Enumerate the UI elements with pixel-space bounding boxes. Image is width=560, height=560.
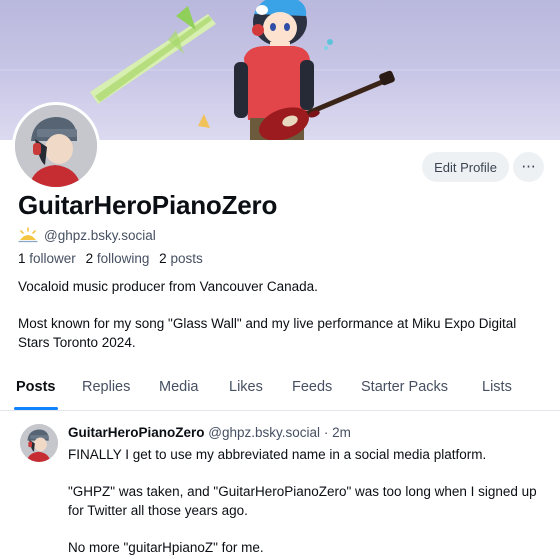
avatar-image	[20, 424, 58, 462]
bio-line: Vocaloid music producer from Vancouver C…	[18, 279, 318, 294]
tab-media[interactable]: Media	[159, 372, 199, 410]
followers-label: follower	[29, 251, 76, 266]
post-paragraph: No more "guitarHpianoZ" for me.	[68, 540, 264, 555]
profile-tabs: Posts Replies Media Likes Feeds Starter …	[0, 372, 560, 411]
sun-icon	[18, 227, 38, 243]
bio-line: Most known for my song "Glass Wall" and …	[18, 316, 517, 350]
tab-feeds[interactable]: Feeds	[292, 372, 332, 410]
feed-post[interactable]: GuitarHeroPianoZero @ghpz.bsky.social · …	[0, 412, 560, 560]
post-author-handle[interactable]: @ghpz.bsky.social	[208, 425, 320, 440]
followers-count: 1	[18, 251, 26, 266]
tab-replies[interactable]: Replies	[82, 372, 130, 410]
profile-bio: Vocaloid music producer from Vancouver C…	[18, 277, 548, 352]
handle-row: @ghpz.bsky.social	[18, 226, 156, 244]
following-count: 2	[85, 251, 94, 266]
followers-link[interactable]: 1 follower	[18, 251, 76, 266]
posts-label: posts	[170, 251, 203, 266]
profile-stats: 1 follower 2 following 2 posts	[18, 251, 203, 266]
profile-display-name: GuitarHeroPianoZero	[18, 190, 278, 220]
profile-avatar[interactable]	[12, 102, 100, 190]
following-link[interactable]: 2 following	[86, 251, 150, 266]
following-label: following	[96, 251, 150, 266]
posts-count: 2	[159, 251, 167, 266]
post-timestamp[interactable]: 2m	[332, 425, 351, 440]
post-author-name[interactable]: GuitarHeroPianoZero	[68, 425, 205, 440]
edit-profile-button[interactable]: Edit Profile	[422, 152, 509, 182]
tab-starter-packs[interactable]: Starter Packs	[361, 372, 448, 410]
post-separator: ·	[323, 425, 329, 440]
tab-likes[interactable]: Likes	[229, 372, 263, 410]
post-paragraph: FINALLY I get to use my abbreviated name…	[68, 447, 487, 462]
post-author-avatar[interactable]	[20, 424, 58, 462]
tab-posts[interactable]: Posts	[14, 372, 57, 410]
post-paragraph: "GHPZ" was taken, and "GuitarHeroPianoZe…	[68, 484, 537, 518]
post-body: FINALLY I get to use my abbreviated name…	[68, 445, 548, 557]
tab-lists[interactable]: Lists	[482, 372, 512, 410]
posts-stat: 2 posts	[159, 251, 203, 266]
profile-handle[interactable]: @ghpz.bsky.social	[44, 228, 156, 243]
post-header: GuitarHeroPianoZero @ghpz.bsky.social · …	[68, 425, 351, 440]
leek-shape	[90, 6, 216, 104]
avatar-image	[15, 105, 97, 187]
more-options-button[interactable]: ···	[513, 152, 544, 182]
